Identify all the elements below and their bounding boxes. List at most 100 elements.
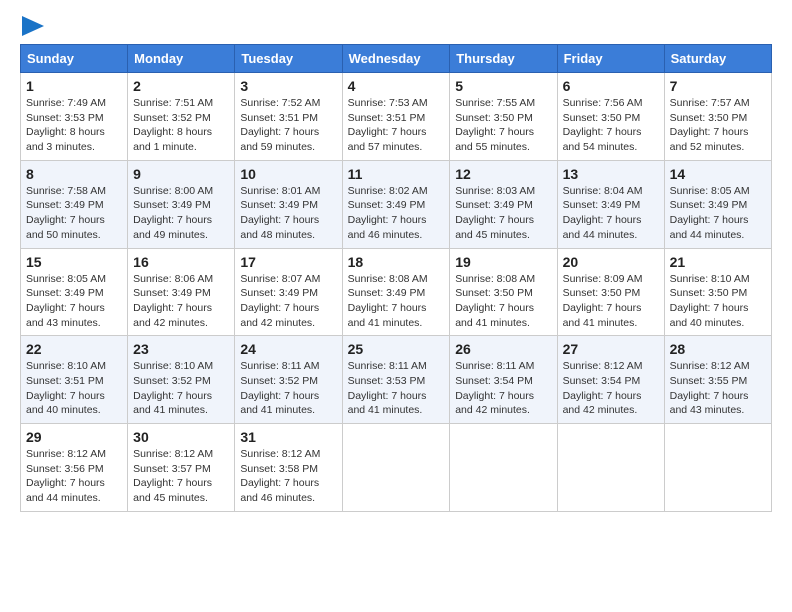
col-header-wednesday: Wednesday: [342, 45, 450, 73]
day-number: 8: [26, 166, 122, 182]
day-number: 14: [670, 166, 766, 182]
day-cell-9: 9 Sunrise: 8:00 AMSunset: 3:49 PMDaylight…: [128, 160, 235, 248]
day-number: 19: [455, 254, 551, 270]
day-number: 20: [563, 254, 659, 270]
day-info: Sunrise: 8:11 AMSunset: 3:54 PMDaylight:…: [455, 359, 551, 418]
day-cell-12: 12Sunrise: 8:03 AMSunset: 3:49 PMDayligh…: [450, 160, 557, 248]
day-number: 22: [26, 341, 122, 357]
day-info: Sunrise: 8:12 AMSunset: 3:57 PMDaylight:…: [133, 447, 229, 506]
day-info: Sunrise: 8:02 AMSunset: 3:49 PMDaylight:…: [348, 184, 445, 243]
day-info: Sunrise: 7:56 AMSunset: 3:50 PMDaylight:…: [563, 96, 659, 155]
day-info: Sunrise: 8:11 AMSunset: 3:53 PMDaylight:…: [348, 359, 445, 418]
day-number: 3: [240, 78, 336, 94]
day-info: Sunrise: 8:07 AMSunset: 3:49 PMDaylight:…: [240, 272, 336, 331]
empty-cell: [664, 424, 771, 512]
day-cell-7: 7 Sunrise: 7:57 AMSunset: 3:50 PMDaylight…: [664, 73, 771, 161]
day-info: Sunrise: 8:09 AMSunset: 3:50 PMDaylight:…: [563, 272, 659, 331]
day-number: 28: [670, 341, 766, 357]
day-cell-18: 18Sunrise: 8:08 AMSunset: 3:49 PMDayligh…: [342, 248, 450, 336]
week-row-3: 15 Sunrise: 8:05 AMSunset: 3:49 PMDayligh…: [21, 248, 772, 336]
day-number: 16: [133, 254, 229, 270]
day-cell-28: 28 Sunrise: 8:12 AMSunset: 3:55 PMDayligh…: [664, 336, 771, 424]
week-row-5: 29 Sunrise: 8:12 AMSunset: 3:56 PMDayligh…: [21, 424, 772, 512]
empty-cell: [342, 424, 450, 512]
day-number: 5: [455, 78, 551, 94]
day-info: Sunrise: 8:05 AMSunset: 3:49 PMDaylight:…: [26, 272, 122, 331]
day-number: 4: [348, 78, 445, 94]
day-number: 15: [26, 254, 122, 270]
day-info: Sunrise: 8:10 AMSunset: 3:50 PMDaylight:…: [670, 272, 766, 331]
day-info: Sunrise: 7:55 AMSunset: 3:50 PMDaylight:…: [455, 96, 551, 155]
day-cell-14: 14Sunrise: 8:05 AMSunset: 3:49 PMDayligh…: [664, 160, 771, 248]
day-cell-22: 22 Sunrise: 8:10 AMSunset: 3:51 PMDayligh…: [21, 336, 128, 424]
day-cell-31: 31 Sunrise: 8:12 AMSunset: 3:58 PMDayligh…: [235, 424, 342, 512]
day-number: 29: [26, 429, 122, 445]
col-header-sunday: Sunday: [21, 45, 128, 73]
day-number: 27: [563, 341, 659, 357]
week-row-1: 1 Sunrise: 7:49 AMSunset: 3:53 PMDaylight…: [21, 73, 772, 161]
day-number: 25: [348, 341, 445, 357]
day-info: Sunrise: 8:12 AMSunset: 3:58 PMDaylight:…: [240, 447, 336, 506]
day-number: 1: [26, 78, 122, 94]
day-info: Sunrise: 8:06 AMSunset: 3:49 PMDaylight:…: [133, 272, 229, 331]
col-header-friday: Friday: [557, 45, 664, 73]
day-info: Sunrise: 8:08 AMSunset: 3:49 PMDaylight:…: [348, 272, 445, 331]
day-cell-20: 20 Sunrise: 8:09 AMSunset: 3:50 PMDayligh…: [557, 248, 664, 336]
day-cell-19: 19 Sunrise: 8:08 AMSunset: 3:50 PMDayligh…: [450, 248, 557, 336]
page-header: [20, 20, 772, 34]
col-header-thursday: Thursday: [450, 45, 557, 73]
day-info: Sunrise: 7:53 AMSunset: 3:51 PMDaylight:…: [348, 96, 445, 155]
day-info: Sunrise: 7:51 AMSunset: 3:52 PMDaylight:…: [133, 96, 229, 155]
day-number: 11: [348, 166, 445, 182]
day-cell-30: 30 Sunrise: 8:12 AMSunset: 3:57 PMDayligh…: [128, 424, 235, 512]
day-number: 2: [133, 78, 229, 94]
day-number: 31: [240, 429, 336, 445]
col-header-monday: Monday: [128, 45, 235, 73]
col-header-saturday: Saturday: [664, 45, 771, 73]
day-info: Sunrise: 7:49 AMSunset: 3:53 PMDaylight:…: [26, 96, 122, 155]
day-cell-4: 4 Sunrise: 7:53 AMSunset: 3:51 PMDaylight…: [342, 73, 450, 161]
day-info: Sunrise: 7:58 AMSunset: 3:49 PMDaylight:…: [26, 184, 122, 243]
day-number: 7: [670, 78, 766, 94]
col-header-tuesday: Tuesday: [235, 45, 342, 73]
day-cell-5: 5 Sunrise: 7:55 AMSunset: 3:50 PMDaylight…: [450, 73, 557, 161]
day-cell-26: 26 Sunrise: 8:11 AMSunset: 3:54 PMDayligh…: [450, 336, 557, 424]
day-number: 21: [670, 254, 766, 270]
day-cell-17: 17 Sunrise: 8:07 AMSunset: 3:49 PMDayligh…: [235, 248, 342, 336]
day-info: Sunrise: 7:52 AMSunset: 3:51 PMDaylight:…: [240, 96, 336, 155]
day-cell-8: 8 Sunrise: 7:58 AMSunset: 3:49 PMDaylight…: [21, 160, 128, 248]
day-info: Sunrise: 8:12 AMSunset: 3:55 PMDaylight:…: [670, 359, 766, 418]
week-row-2: 8 Sunrise: 7:58 AMSunset: 3:49 PMDaylight…: [21, 160, 772, 248]
day-info: Sunrise: 8:12 AMSunset: 3:56 PMDaylight:…: [26, 447, 122, 506]
day-cell-2: 2 Sunrise: 7:51 AMSunset: 3:52 PMDaylight…: [128, 73, 235, 161]
day-cell-27: 27 Sunrise: 8:12 AMSunset: 3:54 PMDayligh…: [557, 336, 664, 424]
day-number: 9: [133, 166, 229, 182]
day-cell-11: 11 Sunrise: 8:02 AMSunset: 3:49 PMDayligh…: [342, 160, 450, 248]
day-number: 26: [455, 341, 551, 357]
day-info: Sunrise: 8:11 AMSunset: 3:52 PMDaylight:…: [240, 359, 336, 418]
day-cell-6: 6 Sunrise: 7:56 AMSunset: 3:50 PMDaylight…: [557, 73, 664, 161]
day-number: 23: [133, 341, 229, 357]
logo-arrow-icon: [22, 16, 44, 36]
day-cell-3: 3 Sunrise: 7:52 AMSunset: 3:51 PMDaylight…: [235, 73, 342, 161]
day-number: 17: [240, 254, 336, 270]
day-cell-29: 29 Sunrise: 8:12 AMSunset: 3:56 PMDayligh…: [21, 424, 128, 512]
day-info: Sunrise: 8:00 AMSunset: 3:49 PMDaylight:…: [133, 184, 229, 243]
day-number: 6: [563, 78, 659, 94]
day-cell-25: 25 Sunrise: 8:11 AMSunset: 3:53 PMDayligh…: [342, 336, 450, 424]
day-cell-13: 13 Sunrise: 8:04 AMSunset: 3:49 PMDayligh…: [557, 160, 664, 248]
empty-cell: [450, 424, 557, 512]
day-cell-23: 23Sunrise: 8:10 AMSunset: 3:52 PMDayligh…: [128, 336, 235, 424]
day-info: Sunrise: 7:57 AMSunset: 3:50 PMDaylight:…: [670, 96, 766, 155]
day-cell-15: 15 Sunrise: 8:05 AMSunset: 3:49 PMDayligh…: [21, 248, 128, 336]
day-info: Sunrise: 8:10 AMSunset: 3:51 PMDaylight:…: [26, 359, 122, 418]
day-info: Sunrise: 8:12 AMSunset: 3:54 PMDaylight:…: [563, 359, 659, 418]
calendar-header-row: SundayMondayTuesdayWednesdayThursdayFrid…: [21, 45, 772, 73]
day-info: Sunrise: 8:08 AMSunset: 3:50 PMDaylight:…: [455, 272, 551, 331]
day-number: 13: [563, 166, 659, 182]
day-number: 30: [133, 429, 229, 445]
day-cell-1: 1 Sunrise: 7:49 AMSunset: 3:53 PMDaylight…: [21, 73, 128, 161]
day-info: Sunrise: 8:03 AMSunset: 3:49 PMDaylight:…: [455, 184, 551, 243]
day-info: Sunrise: 8:04 AMSunset: 3:49 PMDaylight:…: [563, 184, 659, 243]
day-number: 10: [240, 166, 336, 182]
